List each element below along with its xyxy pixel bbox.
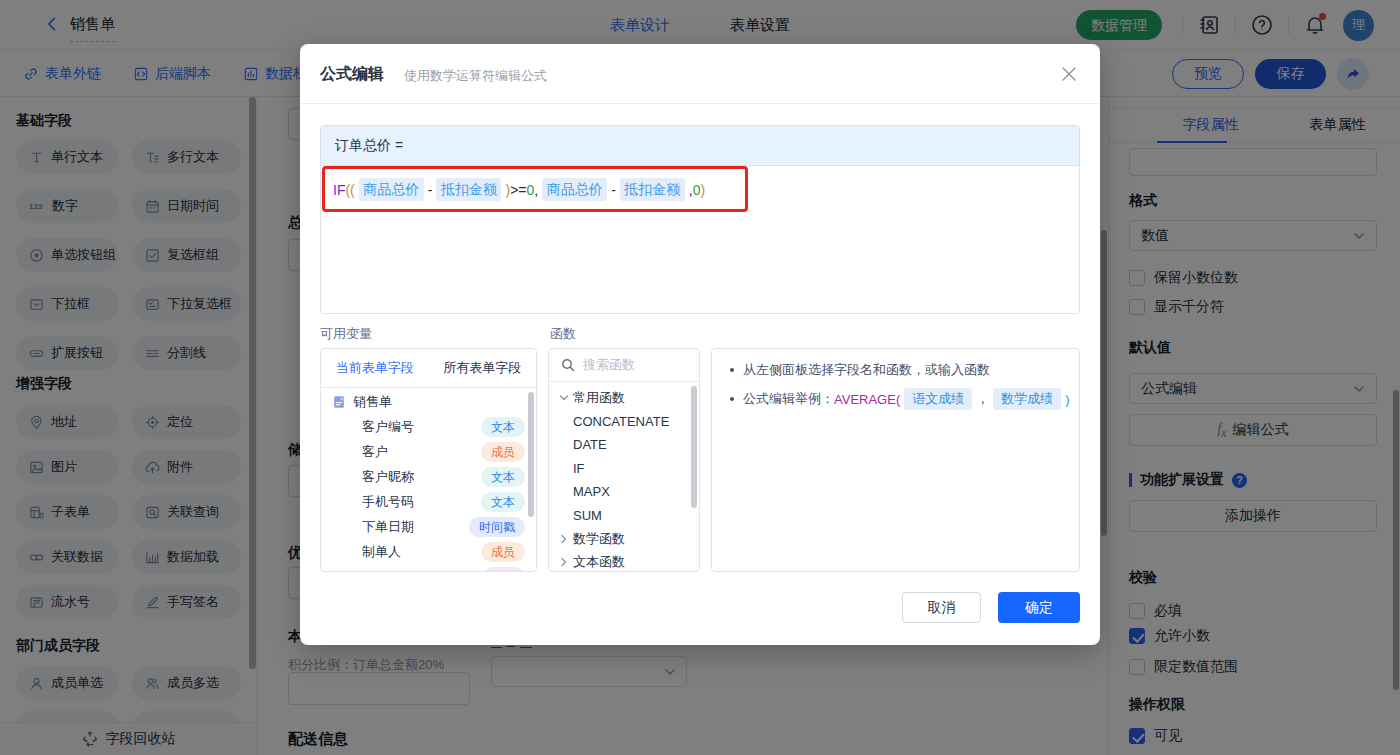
- modal-footer: 取消 确定: [300, 572, 1100, 645]
- modal-subtitle: 使用数学运算符编辑公式: [404, 67, 547, 85]
- cancel-button[interactable]: 取消: [902, 592, 981, 623]
- formula-input-area[interactable]: IF((商品总价-抵扣金额)>=0,商品总价-抵扣金额,0): [321, 166, 1079, 314]
- function-name: CONCATENATE: [573, 414, 669, 429]
- variable-type-tag: 成员: [481, 542, 525, 562]
- confirm-button[interactable]: 确定: [998, 592, 1080, 623]
- bullet-icon: [730, 397, 734, 401]
- variable-type-tag: 文本: [481, 492, 525, 512]
- variables-scrollbar[interactable]: [528, 392, 534, 517]
- function-name: SUM: [573, 508, 602, 523]
- variable-name: 客户昵称: [362, 468, 414, 486]
- formula-editor: 订单总价 = IF((商品总价-抵扣金额)>=0,商品总价-抵扣金额,0): [320, 125, 1080, 314]
- variable-name: 客户编号: [362, 418, 414, 436]
- tip-line: 从左侧面板选择字段名和函数，或输入函数: [728, 361, 1063, 379]
- tip-example-function: AVERAGE(: [834, 392, 900, 407]
- tip-example-comma: ，: [976, 390, 989, 408]
- variable-name: 下单日期: [362, 518, 414, 536]
- formula-token: 0: [526, 182, 534, 198]
- variable-row[interactable]: [321, 564, 536, 572]
- formula-token: 0: [693, 182, 701, 198]
- variables-tabs: 当前表单字段 所有表单字段: [321, 349, 536, 388]
- search-placeholder: 搜索函数: [583, 356, 635, 374]
- formula-field-chip: 抵扣金额: [620, 178, 685, 201]
- variable-row[interactable]: 客户昵称 文本: [321, 464, 536, 489]
- formula-token: ): [701, 182, 706, 198]
- formula-edit-modal: 公式编辑 使用数学运算符编辑公式 订单总价 = IF((商品总价-抵扣金额)>=…: [300, 44, 1100, 645]
- function-name: 文本函数: [573, 553, 625, 571]
- tab-current-form-fields[interactable]: 当前表单字段: [321, 349, 429, 387]
- variables-label: 可用变量: [320, 325, 372, 343]
- chevron-down-icon: [557, 391, 571, 405]
- form-doc-icon: [332, 395, 346, 409]
- variable-type-tag: 成员: [481, 442, 525, 462]
- formula-field-chip: 商品总价: [359, 178, 424, 201]
- variable-row[interactable]: 制单人 成员: [321, 539, 536, 564]
- function-name: MAPX: [573, 484, 610, 499]
- formula-token: ,: [534, 182, 538, 198]
- tip-example-line: 公式编辑举例：AVERAGE(语文成绩，数学成绩): [728, 388, 1063, 410]
- function-name: 常用函数: [573, 389, 625, 407]
- tip-example-field: 语文成绩: [904, 388, 972, 410]
- tip-example-prefix: 公式编辑举例：: [743, 390, 834, 408]
- variable-type-tag: 文本: [481, 467, 525, 487]
- variable-name: 制单人: [362, 543, 401, 561]
- variables-root-label: 销售单: [353, 393, 392, 411]
- formula-tips-panel: 从左侧面板选择字段名和函数，或输入函数 公式编辑举例：AVERAGE( 语文成绩，…: [711, 348, 1080, 572]
- function-item[interactable]: MAPX: [549, 480, 699, 504]
- chevron-right-icon: [557, 555, 571, 569]
- function-item[interactable]: CONCATENATE: [549, 410, 699, 434]
- close-icon[interactable]: [1060, 65, 1078, 83]
- function-name: DATE: [573, 437, 607, 452]
- formula-field-chip: 商品总价: [542, 178, 607, 201]
- variable-name: 客户: [362, 443, 388, 461]
- tip-example-paren: ): [1065, 392, 1069, 407]
- formula-field-chip: 抵扣金额: [436, 178, 501, 201]
- tab-all-form-fields[interactable]: 所有表单字段: [429, 349, 537, 387]
- variable-name: 手机号码: [362, 493, 414, 511]
- variable-type-tag: 文本: [481, 417, 525, 437]
- function-search-input[interactable]: 搜索函数: [549, 349, 699, 382]
- modal-header: 公式编辑 使用数学运算符编辑公式: [300, 44, 1100, 104]
- formula-token: ((: [345, 182, 354, 198]
- variable-row[interactable]: 客户编号 文本: [321, 414, 536, 439]
- tip-text: 从左侧面板选择字段名和函数，或输入函数: [743, 361, 990, 379]
- formula-target: 订单总价 =: [321, 126, 1079, 166]
- formula-token: -: [428, 182, 433, 198]
- chevron-right-icon: [557, 532, 571, 546]
- variable-row[interactable]: 手机号码 文本: [321, 489, 536, 514]
- formula-token: IF: [333, 182, 345, 198]
- variable-row[interactable]: 下单日期 时间戳: [321, 514, 536, 539]
- function-item[interactable]: IF: [549, 457, 699, 481]
- variable-row[interactable]: 客户 成员: [321, 439, 536, 464]
- tip-example-field: 数学成绩: [993, 388, 1061, 410]
- function-name: 数学函数: [573, 530, 625, 548]
- variables-panel: 当前表单字段 所有表单字段 销售单客户编号文本客户成员客户昵称文本手机号码文本下…: [320, 348, 537, 572]
- function-group[interactable]: 常用函数: [549, 386, 699, 410]
- form-designer-app: 销售单 表单设计 表单设置 数据管理 理 表单外链后端脚本数据权: [0, 0, 1400, 755]
- function-item[interactable]: DATE: [549, 433, 699, 457]
- functions-label: 函数: [550, 325, 576, 343]
- variables-root-row[interactable]: 销售单: [321, 389, 536, 414]
- function-name: IF: [573, 461, 585, 476]
- formula-expression: IF((商品总价-抵扣金额)>=0,商品总价-抵扣金额,0): [333, 178, 705, 201]
- modal-title: 公式编辑: [320, 64, 384, 85]
- variable-type-tag: 时间戳: [469, 517, 525, 537]
- function-item[interactable]: SUM: [549, 504, 699, 528]
- search-icon: [561, 358, 575, 372]
- formula-token: -: [611, 182, 616, 198]
- bullet-icon: [730, 368, 734, 372]
- formula-token: >=: [510, 182, 526, 198]
- functions-panel: 搜索函数 常用函数 CONCATENATE DATE IF MAPX SUM 数学函数文本函…: [548, 348, 700, 572]
- functions-scrollbar[interactable]: [691, 386, 697, 508]
- function-group[interactable]: 文本函数: [549, 551, 699, 573]
- function-group[interactable]: 数学函数: [549, 527, 699, 551]
